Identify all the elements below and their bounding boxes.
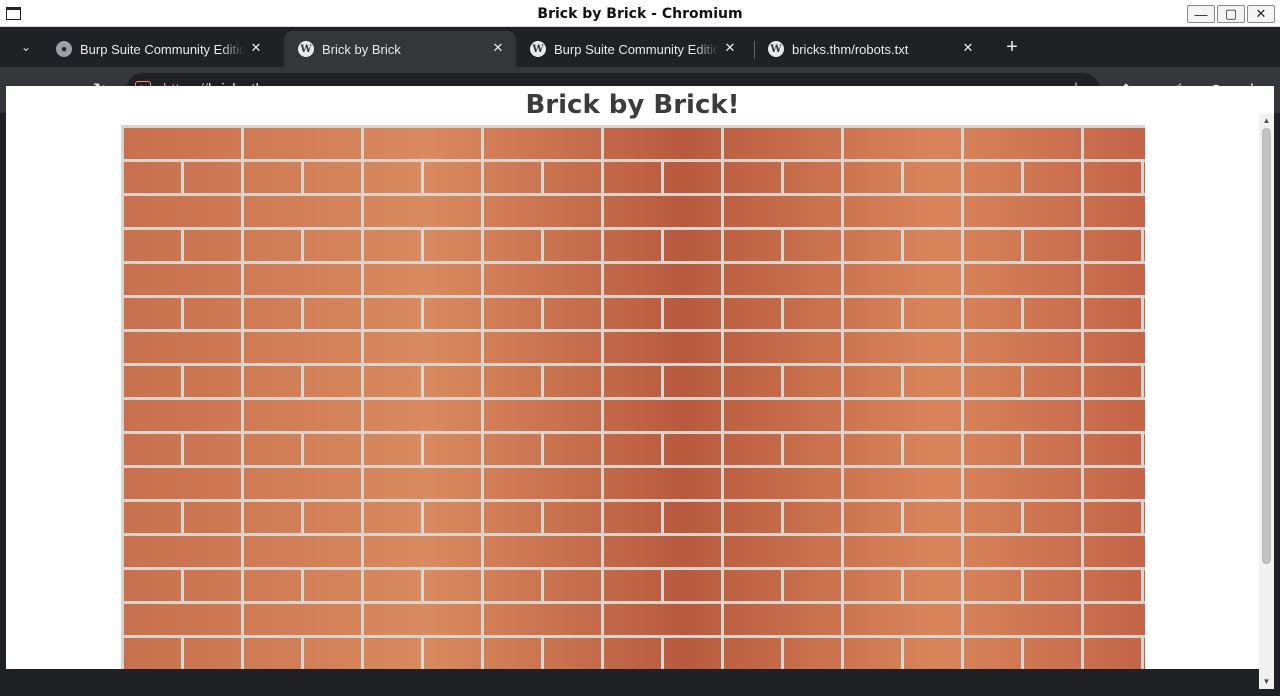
maximize-icon: ▢ xyxy=(1224,6,1238,21)
brick-row xyxy=(121,567,1145,601)
tab-title: Brick by Brick xyxy=(322,41,401,57)
globe-icon: ● xyxy=(56,41,72,57)
window-title: Brick by Brick - Chromium xyxy=(537,6,743,22)
page-viewport: Brick by Brick! xyxy=(6,86,1274,669)
tab-strip: ⌄ ● Burp Suite Community Edition ✕ W Bri… xyxy=(0,27,1280,67)
tab-close-icon[interactable]: ✕ xyxy=(248,40,264,56)
brick-row xyxy=(121,431,1145,465)
tab-search-button[interactable]: ⌄ xyxy=(12,36,40,58)
brick-row xyxy=(121,635,1145,669)
plus-icon: + xyxy=(1006,35,1018,58)
page-title: Brick by Brick! xyxy=(525,90,740,120)
scroll-down-icon[interactable]: ▼ xyxy=(1259,677,1274,687)
tab-close-icon[interactable]: ✕ xyxy=(960,40,976,56)
vertical-scrollbar[interactable]: ▲ ▼ xyxy=(1259,114,1274,689)
tab-burp-suite-2[interactable]: W Burp Suite Community Edition ✕ xyxy=(516,31,748,67)
brick-row xyxy=(121,159,1145,193)
brick-row xyxy=(121,499,1145,533)
brick-row xyxy=(121,227,1145,261)
scroll-up-icon[interactable]: ▲ xyxy=(1259,116,1274,126)
wordpress-icon: W xyxy=(768,41,784,57)
maximize-button[interactable]: ▢ xyxy=(1217,5,1245,23)
brick-wall-image xyxy=(121,125,1145,669)
wordpress-icon: W xyxy=(298,41,314,57)
tab-title: Burp Suite Community Edition xyxy=(554,41,719,57)
tab-title: bricks.thm/robots.txt xyxy=(792,41,909,57)
tab-brick-by-brick[interactable]: W Brick by Brick ✕ xyxy=(284,31,516,67)
scroll-thumb[interactable] xyxy=(1262,128,1271,564)
close-icon: ✕ xyxy=(1255,6,1267,21)
brick-row xyxy=(121,295,1145,329)
minimize-button[interactable]: — xyxy=(1187,5,1215,23)
minimize-icon: — xyxy=(1194,6,1208,22)
tab-close-icon[interactable]: ✕ xyxy=(722,40,738,56)
tab-burp-suite-1[interactable]: ● Burp Suite Community Edition ✕ xyxy=(42,31,274,67)
close-window-button[interactable]: ✕ xyxy=(1247,5,1275,23)
tab-title: Burp Suite Community Edition xyxy=(80,41,245,57)
window-bottom-border xyxy=(0,689,1280,696)
tab-close-icon[interactable]: ✕ xyxy=(490,40,506,56)
new-tab-button[interactable]: + xyxy=(1000,36,1024,58)
brick-row xyxy=(121,363,1145,397)
window-titlebar: Brick by Brick - Chromium — ▢ ✕ xyxy=(0,0,1280,27)
chevron-down-icon: ⌄ xyxy=(20,40,32,54)
wordpress-icon: W xyxy=(530,41,546,57)
tab-robots-txt[interactable]: W bricks.thm/robots.txt ✕ xyxy=(754,31,986,67)
